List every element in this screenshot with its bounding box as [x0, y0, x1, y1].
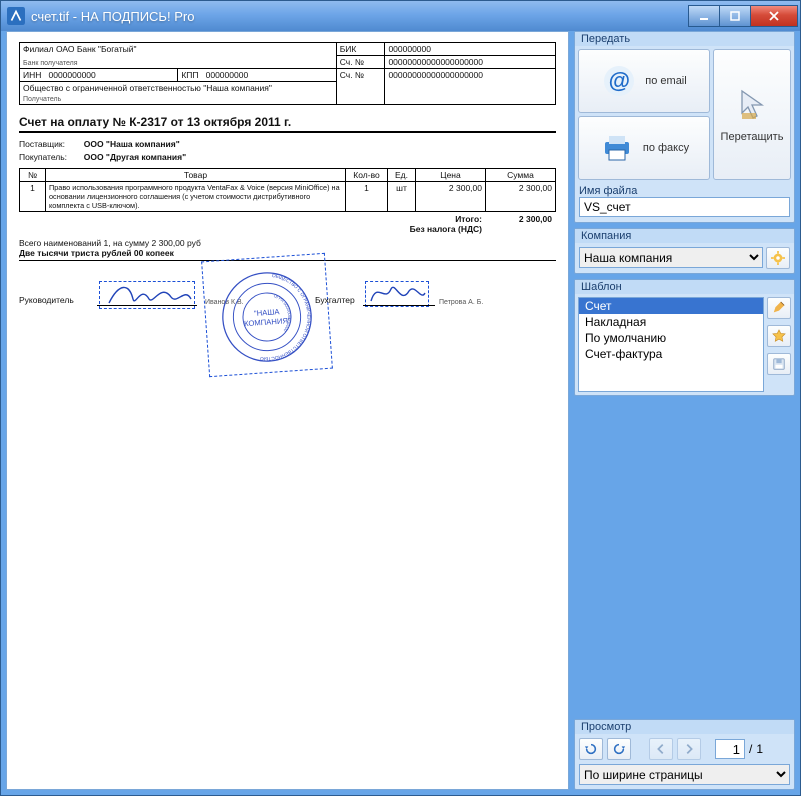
star-icon: [772, 329, 786, 343]
chevron-left-icon: [654, 742, 668, 756]
templates-panel-title: Шаблон: [575, 280, 794, 294]
accountant-label: Бухгалтер: [315, 295, 355, 305]
document-page: Филиал ОАО Банк "Богатый" БИК 000000000 …: [19, 42, 556, 385]
director-label: Руководитель: [19, 295, 74, 305]
list-item[interactable]: Накладная: [579, 314, 763, 330]
send-panel: Передать @ по email по факсу: [574, 31, 795, 223]
list-item[interactable]: Счет-фактура: [579, 346, 763, 362]
template-new-button[interactable]: [767, 325, 791, 347]
zoom-select[interactable]: По ширине страницы: [579, 764, 790, 785]
accountant-name: Петрова А. Б.: [439, 299, 483, 306]
templates-listbox[interactable]: Счет Накладная По умолчанию Счет-фактура: [578, 297, 764, 392]
company-select[interactable]: Наша компания: [579, 247, 763, 268]
page-number-input[interactable]: [715, 739, 745, 759]
rotate-left-icon: [584, 742, 598, 756]
filename-input[interactable]: [579, 197, 790, 217]
supplier-row: Поставщик: ООО "Наша компания": [19, 139, 556, 149]
svg-text:@: @: [609, 68, 630, 93]
rotate-right-icon: [612, 742, 626, 756]
send-email-button[interactable]: @ по email: [578, 49, 710, 113]
buyer-row: Покупатель: ООО "Другая компания": [19, 152, 556, 162]
printer-icon: [599, 130, 635, 166]
drag-button[interactable]: Перетащить: [713, 49, 791, 180]
app-window: счет.tif - НА ПОДПИСЬ! Pro Филиал ОАО Ба…: [0, 0, 801, 796]
rotate-left-button[interactable]: [579, 738, 603, 760]
page-separator: /: [749, 742, 752, 756]
table-row: 1 Право использования программного проду…: [20, 182, 556, 212]
accountant-sign-box: [365, 281, 429, 307]
templates-panel: Шаблон Счет Накладная По умолчанию Счет-…: [574, 279, 795, 396]
summary-line: Всего наименований 1, на сумму 2 300,00 …: [19, 238, 556, 248]
template-edit-button[interactable]: [767, 297, 791, 319]
items-table: № Товар Кол-во Ед. Цена Сумма 1 Право ис…: [19, 168, 556, 212]
stamp-icon: ОБЩЕСТВО С ОГРАНИЧЕННОЙ ОТВЕТСТВЕННОСТЬЮ…: [216, 266, 318, 368]
rotate-right-button[interactable]: [607, 738, 631, 760]
document-viewer[interactable]: Филиал ОАО Банк "Богатый" БИК 000000000 …: [6, 31, 569, 790]
titlebar[interactable]: счет.tif - НА ПОДПИСЬ! Pro: [1, 1, 800, 31]
floppy-icon: [772, 357, 786, 371]
next-page-button[interactable]: [677, 738, 701, 760]
app-icon: [7, 7, 25, 25]
minimize-button[interactable]: [688, 5, 720, 27]
bank-details-table: Филиал ОАО Банк "Богатый" БИК 000000000 …: [19, 42, 556, 105]
template-save-button[interactable]: [767, 353, 791, 375]
list-item[interactable]: Счет: [579, 298, 763, 314]
company-panel: Компания Наша компания: [574, 228, 795, 274]
svg-text:КОМПАНИЯ": КОМПАНИЯ": [244, 316, 291, 328]
company-settings-button[interactable]: [766, 247, 790, 269]
gear-icon: [771, 251, 785, 265]
pencil-icon: [772, 301, 786, 315]
list-item[interactable]: По умолчанию: [579, 330, 763, 346]
filename-label: Имя файла: [579, 185, 790, 197]
chevron-right-icon: [682, 742, 696, 756]
page-total: 1: [756, 742, 763, 756]
window-title: счет.tif - НА ПОДПИСЬ! Pro: [31, 9, 689, 24]
company-panel-title: Компания: [575, 229, 794, 243]
email-icon: @: [601, 63, 637, 99]
view-panel: Просмотр / 1 По ширине страницы: [574, 719, 795, 790]
maximize-button[interactable]: [719, 5, 751, 27]
send-panel-title: Передать: [575, 32, 794, 46]
close-button[interactable]: [750, 5, 798, 27]
invoice-title: Счет на оплату № К-2317 от 13 октября 20…: [19, 115, 556, 133]
send-fax-button[interactable]: по факсу: [578, 116, 710, 180]
prev-page-button[interactable]: [649, 738, 673, 760]
view-panel-title: Просмотр: [575, 720, 794, 734]
cursor-icon: [734, 87, 770, 123]
